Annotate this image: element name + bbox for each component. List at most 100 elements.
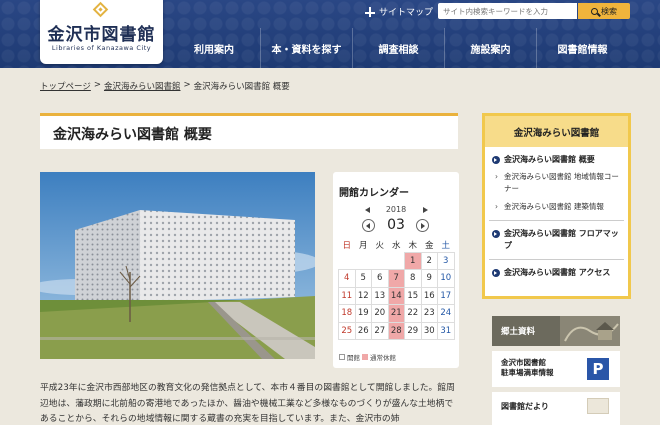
legend-closed-label: 通常休館 — [370, 354, 396, 362]
calendar-week-row: 18 19 20 21 22 23 24 — [338, 304, 455, 323]
logo-subtitle: Libraries of Kanazawa City — [51, 44, 152, 52]
calendar-day: 29 — [404, 321, 422, 340]
sidebar-item-label: 金沢海みらい図書館 アクセス — [504, 268, 611, 277]
search-input[interactable] — [438, 3, 577, 19]
breadcrumb-link-umimirai[interactable]: 金沢海みらい図書館 — [104, 80, 181, 92]
calendar-week-row: 4 5 6 7 8 9 10 — [338, 269, 455, 288]
calendar-day: 30 — [420, 321, 438, 340]
parking-icon: P — [587, 358, 609, 380]
calendar-day: 31 — [437, 321, 455, 340]
library-news-banner[interactable]: 図書館だより — [492, 392, 620, 425]
sidebar-divider — [489, 220, 624, 221]
opening-calendar: 開館カレンダー 2018 03 日月火水木金土 1 2 3 4 5 6 7 8 9 10 11 12 13… — [333, 172, 459, 368]
calendar-weekday: 土 — [441, 240, 450, 251]
calendar-day: 12 — [354, 286, 372, 305]
sitemap-label: サイトマップ — [379, 8, 434, 18]
prev-month-button[interactable] — [362, 219, 375, 232]
nav-item-guide[interactable]: 利用案内 — [168, 28, 260, 68]
calendar-grid: 日月火水木金土 1 2 3 4 5 6 7 8 9 10 11 12 13 14 15 16 17 18 19 20 21… — [338, 238, 455, 340]
calendar-day: 8 — [404, 269, 422, 288]
library-news-label: 図書館だより — [501, 402, 549, 411]
calendar-day: 14 — [387, 286, 405, 305]
next-year-icon[interactable] — [423, 207, 428, 213]
calendar-day: 9 — [420, 269, 438, 288]
calendar-weekday: 金 — [424, 240, 434, 251]
calendar-day: 26 — [354, 321, 372, 340]
parking-line2: 駐車場満車情報 — [501, 368, 554, 377]
sitemap-link[interactable]: サイトマップ — [365, 5, 433, 18]
logo-emblem-icon — [92, 1, 109, 18]
parking-line1: 金沢市図書館 — [501, 358, 546, 367]
site-header: 金沢市図書館 Libraries of Kanazawa City サイトマップ… — [0, 0, 660, 68]
legend-open-label: 開館 — [347, 354, 360, 362]
page-title: 金沢海みらい図書館 概要 — [53, 127, 212, 143]
next-month-button[interactable] — [416, 219, 429, 232]
calendar-month: 03 — [387, 217, 405, 233]
calendar-day: 17 — [437, 286, 455, 305]
calendar-day: 11 — [338, 286, 356, 305]
sitemap-icon — [365, 6, 375, 17]
calendar-weekday: 水 — [391, 241, 401, 251]
nav-item-reference[interactable]: 調査相談 — [352, 28, 444, 68]
parking-status-banner[interactable]: 金沢市図書館 駐車場満車情報 P — [492, 351, 620, 387]
calendar-day: 1 — [404, 251, 422, 270]
calendar-day: 18 — [338, 304, 356, 323]
calendar-day: 3 — [437, 251, 455, 270]
overview-paragraph: 平成23年に金沢市西部地区の教育文化の発信拠点として、本市４番目の図書館として開… — [40, 383, 455, 424]
sidebar-item-floormap[interactable]: 金沢海みらい図書館 フロアマップ — [485, 228, 628, 252]
legend-closed-swatch — [362, 354, 368, 360]
breadcrumb-separator: > — [93, 80, 101, 90]
calendar-day: 23 — [420, 304, 438, 323]
library-building-photo — [40, 172, 315, 359]
calendar-day: 22 — [404, 304, 422, 323]
calendar-day: 28 — [387, 321, 405, 340]
arrow-bullet-icon — [492, 230, 500, 238]
calendar-week-row: 25 26 27 28 29 30 31 — [338, 321, 455, 340]
sidebar-heading: 金沢海みらい図書館 — [485, 116, 628, 147]
old-map-illustration — [560, 316, 620, 346]
site-logo[interactable]: 金沢市図書館 Libraries of Kanazawa City — [40, 0, 163, 64]
calendar-weekday: 火 — [375, 241, 384, 251]
search-button[interactable]: 検索 — [578, 3, 630, 19]
sidebar-item-label: 金沢海みらい図書館 概要 — [504, 155, 595, 164]
search-button-label: 検索 — [601, 6, 617, 16]
calendar-day: 5 — [354, 269, 372, 288]
calendar-weekday: 木 — [408, 240, 417, 251]
calendar-empty-cell — [372, 252, 389, 270]
calendar-day: 7 — [387, 269, 405, 288]
nav-item-search-materials[interactable]: 本・資料を探す — [260, 28, 352, 68]
calendar-week-row: 11 12 13 14 15 16 17 — [338, 286, 455, 305]
calendar-weekday: 日 — [342, 241, 351, 251]
calendar-weekday: 月 — [358, 241, 368, 251]
calendar-weekday-row: 日月火水木金土 — [339, 238, 455, 252]
local-materials-banner[interactable]: 郷土資料 — [492, 316, 620, 346]
calendar-day: 15 — [404, 286, 422, 305]
sidebar-subitem-local-info[interactable]: 金沢海みらい図書館 地域情報コーナー — [485, 171, 628, 195]
calendar-empty-cell — [339, 252, 356, 270]
parking-banner-text: 金沢市図書館 駐車場満車情報 — [501, 358, 554, 378]
sidebar-subitem-architecture[interactable]: 金沢海みらい図書館 建築情報 — [485, 201, 628, 213]
newsletter-icon — [587, 398, 609, 414]
arrow-bullet-icon — [492, 156, 500, 164]
page-title-box: 金沢海みらい図書館 概要 — [40, 113, 458, 149]
sidebar-item-access[interactable]: 金沢海みらい図書館 アクセス — [485, 267, 628, 279]
legend-open-swatch — [339, 354, 345, 360]
calendar-day: 10 — [437, 269, 455, 288]
calendar-day: 16 — [420, 286, 438, 305]
calendar-day: 25 — [338, 321, 356, 340]
nav-item-facilities[interactable]: 施設案内 — [444, 28, 536, 68]
breadcrumb-current: 金沢海みらい図書館 概要 — [193, 82, 290, 92]
global-nav: 利用案内 本・資料を探す 調査相談 施設案内 図書館情報 — [168, 28, 628, 68]
sidebar-item-overview[interactable]: 金沢海みらい図書館 概要 — [485, 154, 628, 166]
calendar-day: 4 — [338, 269, 356, 288]
calendar-day: 13 — [371, 286, 389, 305]
breadcrumb-link-top[interactable]: トップページ — [40, 80, 91, 92]
search-icon — [591, 7, 598, 15]
calendar-day: 24 — [437, 304, 455, 323]
sidebar-item-label: 金沢海みらい図書館 フロアマップ — [504, 229, 619, 250]
calendar-empty-cell — [388, 252, 405, 270]
nav-item-library-info[interactable]: 図書館情報 — [536, 28, 628, 68]
calendar-year: 2018 — [385, 205, 407, 214]
local-materials-label: 郷土資料 — [501, 327, 536, 337]
breadcrumb-separator: > — [183, 80, 191, 90]
